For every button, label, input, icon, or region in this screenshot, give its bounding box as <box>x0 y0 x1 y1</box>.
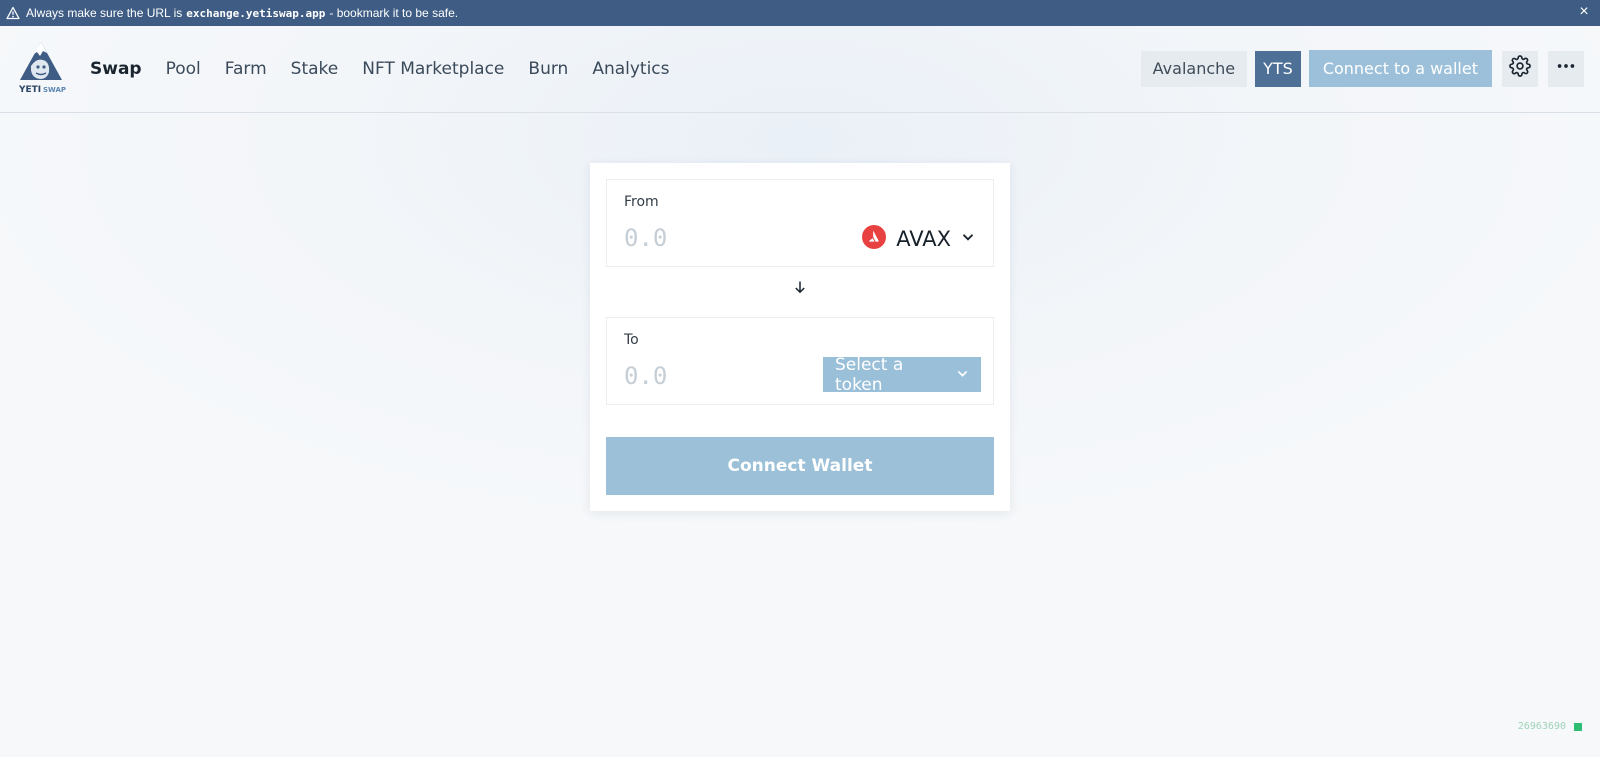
block-number[interactable]: 26963690 <box>1518 721 1566 732</box>
yts-token-button[interactable]: YTS <box>1255 50 1301 87</box>
nav-nft-marketplace[interactable]: NFT Marketplace <box>362 59 504 79</box>
svg-text:YETI: YETI <box>18 85 41 94</box>
chevron-down-icon <box>956 365 969 385</box>
arrow-down-icon <box>793 280 807 299</box>
connect-wallet-header-button[interactable]: Connect to a wallet <box>1308 50 1492 87</box>
swap-card: From AVAX To Select a token <box>590 163 1010 511</box>
select-token-button[interactable]: Select a token <box>823 354 981 395</box>
to-panel: To Select a token <box>606 317 994 405</box>
avax-icon <box>862 224 887 254</box>
from-token-select[interactable]: AVAX <box>862 224 975 254</box>
switch-direction-button[interactable] <box>792 281 808 297</box>
nav-burn[interactable]: Burn <box>528 59 568 79</box>
more-horizontal-icon <box>1555 55 1577 82</box>
nav-pool[interactable]: Pool <box>166 59 201 79</box>
header-controls: Avalanche YTS Connect to a wallet <box>1140 50 1584 87</box>
close-icon[interactable]: × <box>1576 3 1592 20</box>
svg-text:SWAP: SWAP <box>43 86 66 94</box>
to-amount-input[interactable] <box>624 361 824 391</box>
banner-url: exchange.yetiswap.app <box>186 6 326 20</box>
nav-stake[interactable]: Stake <box>291 59 339 79</box>
app-header: YETI SWAP Swap Pool Farm Stake NFT Marke… <box>0 26 1600 113</box>
nav-swap[interactable]: Swap <box>90 59 142 79</box>
network-badge[interactable]: Avalanche <box>1140 50 1248 87</box>
from-amount-input[interactable] <box>624 223 824 253</box>
chevron-down-icon <box>961 230 975 249</box>
banner-text-after: - bookmark it to be safe. <box>329 6 459 20</box>
status-indicator <box>1574 722 1582 731</box>
settings-button[interactable] <box>1502 50 1538 87</box>
gear-icon <box>1509 55 1531 82</box>
to-label: To <box>624 332 639 348</box>
from-token-symbol: AVAX <box>896 227 951 251</box>
more-options-button[interactable] <box>1548 50 1584 87</box>
select-token-label: Select a token <box>835 354 904 395</box>
from-label: From <box>624 194 659 210</box>
warning-icon <box>6 6 20 20</box>
nav-analytics[interactable]: Analytics <box>592 59 669 79</box>
from-panel: From AVAX <box>606 179 994 267</box>
security-banner: Always make sure the URL is exchange.yet… <box>0 0 1600 26</box>
connect-wallet-button[interactable]: Connect Wallet <box>606 437 994 495</box>
nav-farm[interactable]: Farm <box>225 59 267 79</box>
main-nav: Swap Pool Farm Stake NFT Marketplace Bur… <box>90 26 694 112</box>
block-status: 26963690 <box>1518 721 1582 732</box>
yetiswap-logo[interactable]: YETI SWAP <box>16 40 66 95</box>
banner-text-before: Always make sure the URL is <box>26 6 183 20</box>
